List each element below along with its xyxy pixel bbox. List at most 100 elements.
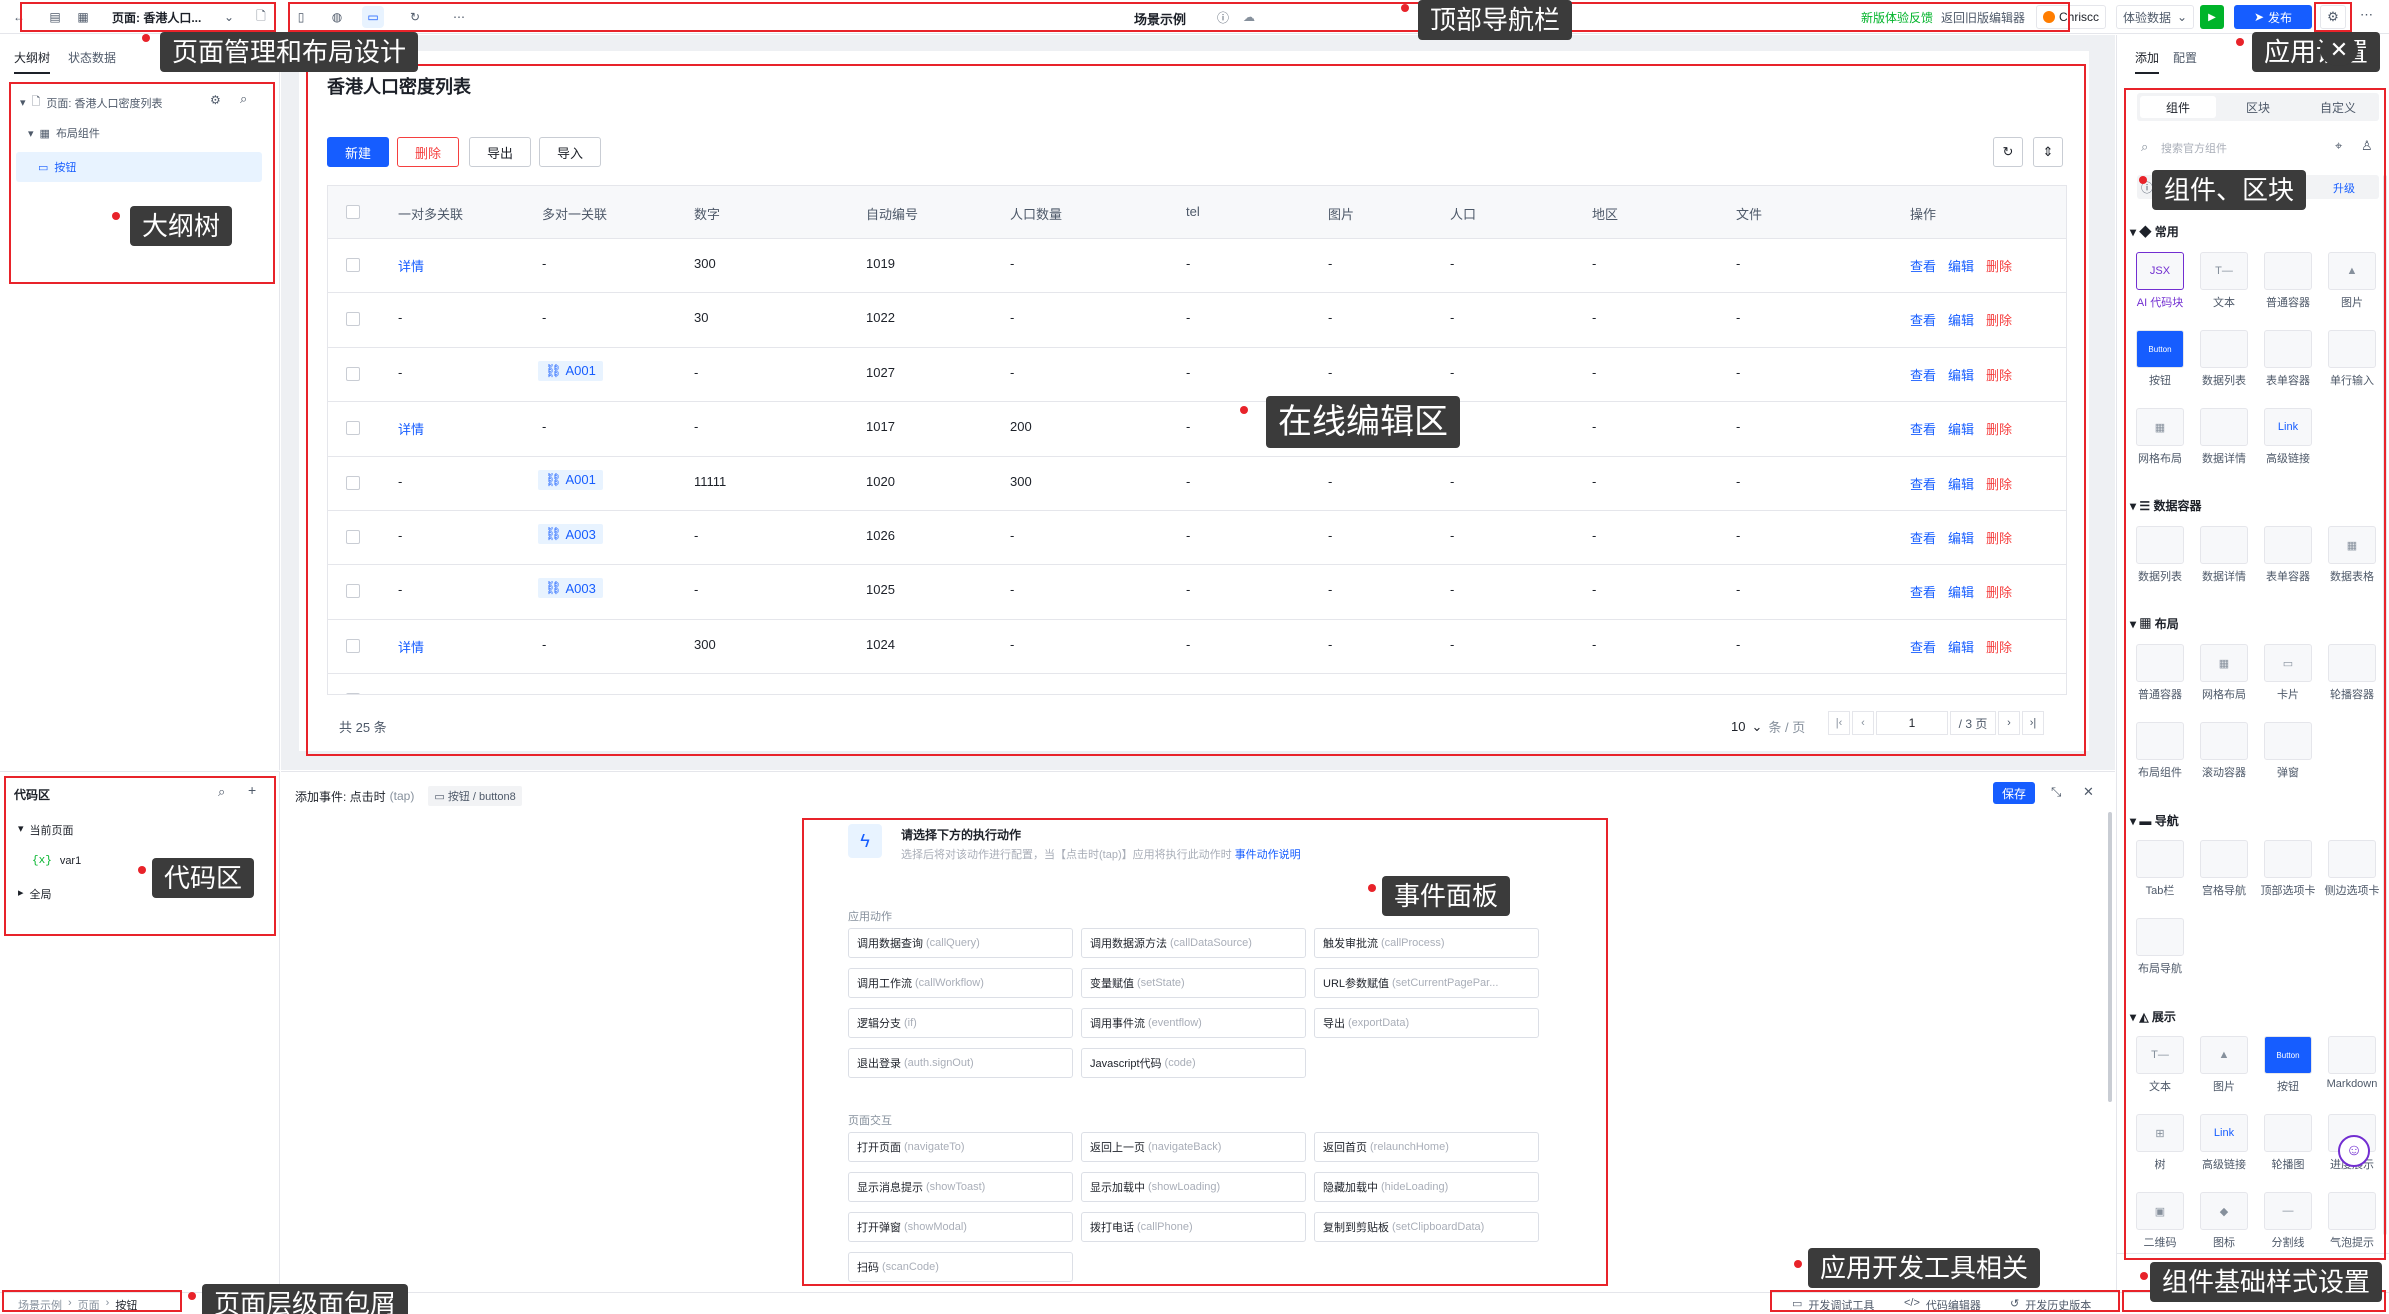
tablet-view-icon[interactable]: ◍ — [326, 6, 348, 28]
feedback-link[interactable]: 新版体验反馈 — [1861, 9, 1933, 26]
nav-item[interactable]: Tab栏 — [2132, 840, 2188, 898]
locate-icon[interactable]: ⌖ — [2335, 138, 2342, 154]
breadcrumb-item[interactable]: 页面 — [78, 1297, 100, 1313]
relation-tag[interactable]: ⛓ A003 — [538, 578, 603, 599]
page-list-icon[interactable]: ▤ — [44, 6, 66, 28]
layout-item[interactable]: 布局组件 — [2132, 722, 2188, 780]
mobile-view-icon[interactable]: ▯ — [290, 6, 312, 28]
common-item[interactable]: 普通容器 — [2260, 252, 2316, 310]
scrollbar[interactable] — [2383, 175, 2387, 1235]
user-menu[interactable]: Chriscc — [2036, 5, 2107, 29]
page-input[interactable]: 1 — [1876, 711, 1948, 735]
code-current-page[interactable]: ▾ 当前页面 — [18, 822, 74, 838]
tab-state-data[interactable]: 状态数据 — [68, 49, 116, 66]
action-button[interactable]: 返回上一页 (navigateBack) — [1081, 1132, 1306, 1162]
layout-item[interactable]: 轮播容器 — [2324, 644, 2380, 702]
row-delete-link[interactable]: 删除 — [1986, 528, 2012, 547]
chevron-down-icon[interactable]: ⌄ — [218, 6, 240, 28]
desktop-view-icon[interactable]: ▭ — [362, 6, 384, 28]
common-item[interactable]: JSX AI 代码块 — [2132, 252, 2188, 310]
run-button[interactable]: ▶ — [2200, 5, 2224, 29]
common-item[interactable]: ▦ 网格布局 — [2132, 408, 2188, 466]
row-edit-link[interactable]: 编辑 — [1948, 691, 1974, 694]
nav-item[interactable]: 布局导航 — [2132, 918, 2188, 976]
tab-add[interactable]: 添加 — [2135, 49, 2160, 74]
common-item[interactable]: 数据详情 — [2196, 408, 2252, 466]
common-item[interactable]: T— 文本 — [2196, 252, 2252, 310]
row-view-link[interactable]: 查看 — [1910, 310, 1936, 329]
display-item[interactable]: ⊞ 树 — [2132, 1114, 2188, 1172]
row-delete-link[interactable]: 删除 — [1986, 365, 2012, 384]
action-button[interactable]: URL参数赋值 (setCurrentPagePar... — [1314, 968, 1539, 998]
last-page-icon[interactable]: ›| — [2022, 711, 2044, 735]
row-checkbox[interactable] — [346, 366, 360, 381]
search-icon[interactable]: ⌕ — [218, 784, 225, 800]
row-delete-link[interactable]: 删除 — [1986, 474, 2012, 493]
row-checkbox[interactable] — [346, 530, 360, 544]
row-checkbox[interactable] — [346, 584, 360, 599]
action-button[interactable]: 打开弹窗 (showModal) — [848, 1212, 1073, 1242]
info-icon[interactable]: ⓘ — [1212, 6, 1234, 28]
segment-blocks[interactable]: 区块 — [2220, 96, 2296, 118]
common-item[interactable]: Link 高级链接 — [2260, 408, 2316, 466]
segment-custom[interactable]: 自定义 — [2300, 96, 2376, 118]
row-checkbox[interactable] — [346, 475, 360, 490]
row-edit-link[interactable]: 编辑 — [1948, 256, 1974, 275]
more-icon[interactable]: ⋯ — [448, 6, 470, 28]
display-item[interactable]: ▲ 图片 — [2196, 1036, 2252, 1094]
action-button[interactable]: 逻辑分支 (if) — [848, 1008, 1073, 1038]
row-view-link[interactable]: 查看 — [1910, 256, 1936, 275]
row-checkbox[interactable] — [346, 312, 360, 327]
row-edit-link[interactable]: 编辑 — [1948, 637, 1974, 656]
action-button[interactable]: 触发审批流 (callProcess) — [1314, 928, 1539, 958]
refresh-icon[interactable]: ↻ — [1993, 137, 2023, 167]
action-button[interactable]: 复制到剪贴板 (setClipboardData) — [1314, 1212, 1539, 1242]
back-icon[interactable]: ← — [8, 6, 30, 28]
breadcrumb-item[interactable]: 场景示例 — [18, 1297, 62, 1313]
close-icon[interactable]: ✕ — [2320, 34, 2358, 66]
nav-item[interactable]: 宫格导航 — [2196, 840, 2252, 898]
action-button[interactable]: 返回首页 (relaunchHome) — [1314, 1132, 1539, 1162]
row-edit-link[interactable]: 编辑 — [1948, 474, 1974, 493]
section-data-container[interactable]: ▾ ☰ 数据容器 — [2130, 497, 2201, 514]
import-button[interactable]: 导入 — [539, 137, 601, 167]
section-nav[interactable]: ▾ ▬ 导航 — [2130, 812, 2179, 829]
action-button[interactable]: 打开页面 (navigateTo) — [848, 1132, 1073, 1162]
row-view-link[interactable]: 查看 — [1910, 419, 1936, 438]
row-edit-link[interactable]: 编辑 — [1948, 528, 1974, 547]
relation-tag[interactable]: ⛓ A001 — [538, 360, 603, 381]
cell-one-to-many[interactable]: 详情 — [398, 419, 424, 438]
tab-outline[interactable]: 大纲树 — [14, 49, 51, 74]
display-item[interactable]: ▣ 二维码 — [2132, 1192, 2188, 1250]
tab-config[interactable]: 配置 — [2173, 49, 2197, 66]
row-checkbox[interactable] — [346, 638, 360, 653]
action-button[interactable]: 调用数据查询 (callQuery) — [848, 928, 1073, 958]
segment-components[interactable]: 组件 — [2140, 96, 2216, 118]
action-button[interactable]: 变量赋值 (setState) — [1081, 968, 1306, 998]
upgrade-link[interactable]: 升级 — [2333, 180, 2355, 196]
more-icon[interactable]: ⋯ — [2360, 7, 2373, 23]
new-page-icon[interactable]: 🗋 — [250, 6, 272, 28]
row-checkbox[interactable] — [346, 258, 360, 272]
component-search-input[interactable]: 搜索官方组件 — [2161, 140, 2301, 156]
row-delete-link[interactable]: 删除 — [1986, 256, 2012, 275]
close-icon[interactable]: ✕ — [2083, 784, 2094, 800]
row-edit-link[interactable]: 编辑 — [1948, 582, 1974, 601]
publish-button[interactable]: ➤ 发布 — [2234, 5, 2312, 29]
common-item[interactable]: 表单容器 — [2260, 330, 2316, 388]
code-editor-button[interactable]: </> 代码编辑器 — [1904, 1297, 1981, 1313]
row-view-link[interactable]: 查看 — [1910, 637, 1936, 656]
display-item[interactable]: Link 高级链接 — [2196, 1114, 2252, 1172]
settings-icon[interactable]: ⚙ — [210, 93, 221, 107]
debug-tool-button[interactable]: ▭ 开发调试工具 — [1792, 1297, 1874, 1313]
user-icon[interactable]: ♙ — [2361, 138, 2373, 154]
data-container-item[interactable]: 数据列表 — [2132, 526, 2188, 584]
row-edit-link[interactable]: 编辑 — [1948, 310, 1974, 329]
layout-item[interactable]: ▭ 卡片 — [2260, 644, 2316, 702]
relation-tag[interactable]: ⛓ A001 — [538, 469, 603, 490]
action-button[interactable]: Javascript代码 (code) — [1081, 1048, 1306, 1078]
scrollbar[interactable] — [2108, 812, 2112, 1102]
action-button[interactable]: 调用数据源方法 (callDataSource) — [1081, 928, 1306, 958]
action-button[interactable]: 导出 (exportData) — [1314, 1008, 1539, 1038]
row-view-link[interactable]: 查看 — [1910, 582, 1936, 601]
